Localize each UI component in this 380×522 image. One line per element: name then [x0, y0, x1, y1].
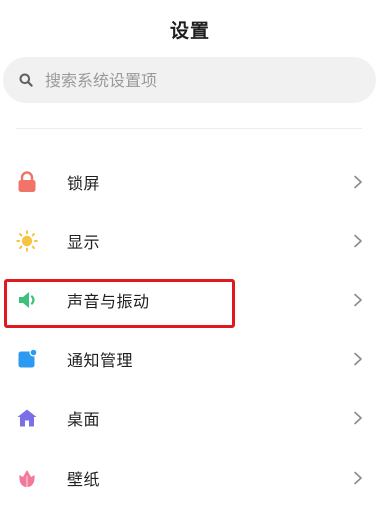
settings-item-label: 桌面 [67, 410, 101, 429]
chevron-right-icon [354, 352, 362, 366]
flower-icon [19, 470, 35, 487]
page-title: 设置 [169, 20, 210, 42]
sun-icon [16, 230, 38, 252]
settings-item-lock-screen[interactable]: 锁屏 [0, 153, 380, 211]
chevron-right-icon [354, 411, 362, 425]
search-bar[interactable] [3, 57, 376, 103]
settings-item-display[interactable]: 显示 [0, 212, 380, 270]
lock-icon [18, 171, 36, 192]
settings-item-home-screen[interactable]: 桌面 [0, 389, 380, 447]
settings-item-label: 壁纸 [67, 470, 101, 489]
chevron-right-icon [354, 471, 362, 485]
settings-item-notifications[interactable]: 通知管理 [0, 330, 380, 388]
settings-screen: 设置 锁屏 [0, 0, 380, 522]
search-input[interactable] [45, 70, 305, 90]
search-icon [19, 73, 33, 87]
settings-item-label: 通知管理 [67, 351, 134, 370]
settings-item-sound-vibration[interactable]: 声音与振动 [0, 271, 380, 329]
settings-item-label: 锁屏 [67, 174, 101, 193]
settings-item-label: 声音与振动 [67, 292, 150, 311]
notification-icon [18, 348, 38, 368]
chevron-right-icon [354, 293, 362, 307]
speaker-icon [19, 292, 35, 308]
chevron-right-icon [354, 175, 362, 189]
home-icon [17, 409, 37, 427]
settings-item-label: 显示 [67, 233, 101, 252]
settings-item-wallpaper[interactable]: 壁纸 [0, 449, 380, 507]
divider [16, 128, 362, 129]
chevron-right-icon [354, 234, 362, 248]
